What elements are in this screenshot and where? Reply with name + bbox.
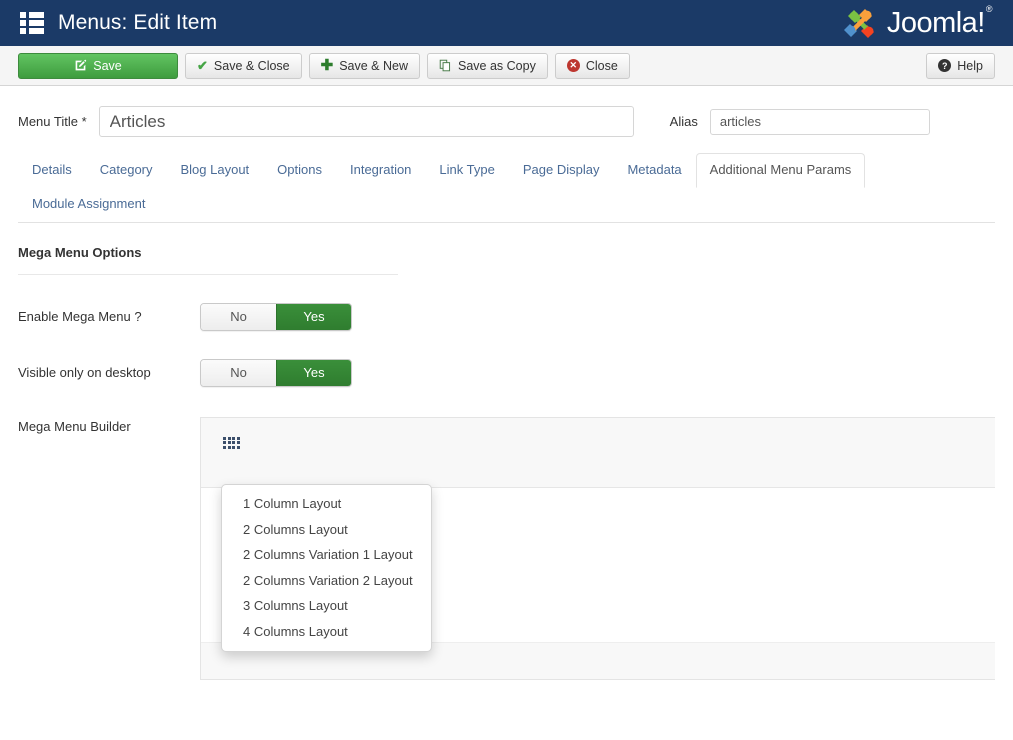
save-button[interactable]: Save [18,52,178,79]
tab-options[interactable]: Options [263,153,336,188]
visible-only-on-desktop-yes-option[interactable]: Yes [276,359,351,386]
close-circle-icon: ✕ [566,59,580,72]
mega-menu-builder-row: Mega Menu Builder [18,416,995,680]
enable-mega-menu-no-option[interactable]: No [201,303,276,330]
tab-details[interactable]: Details [18,153,86,188]
layout-dropdown-menu[interactable]: 1 Column Layout 2 Columns Layout 2 Colum… [221,484,432,652]
app-header: Menus: Edit Item Joomla!® [0,0,1013,46]
tab-category[interactable]: Category [86,153,167,188]
tab-page-display[interactable]: Page Display [509,153,614,188]
enable-mega-menu-toggle[interactable]: No Yes [200,302,352,331]
close-button[interactable]: ✕ Close [554,52,630,79]
menu-title-input[interactable] [98,106,634,137]
section-heading: Mega Menu Options [18,244,142,260]
layout-option-2-columns[interactable]: 2 Columns Layout [222,517,431,543]
joomla-wordmark: Joomla!® [886,3,993,40]
layout-option-2-columns-variation-2[interactable]: 2 Columns Variation 2 Layout [222,568,431,594]
plus-icon: ✚ [320,57,334,74]
help-circle-icon: ? [938,59,952,72]
visible-only-on-desktop-no-option[interactable]: No [201,359,276,386]
pencil-square-icon [74,59,87,72]
enable-mega-menu-yes-option[interactable]: Yes [276,303,351,330]
layout-option-2-columns-variation-1[interactable]: 2 Columns Variation 1 Layout [222,542,431,568]
help-button[interactable]: ? Help [926,52,995,79]
mega-menu-options-section: Mega Menu Options Enable Mega Menu ? No … [0,245,1013,680]
tab-bar-row-2: Module Assignment [18,187,995,221]
title-alias-row: Menu Title * Alias [0,86,1013,137]
toolbar: Save ✔ Save & Close ✚ Save & New Save as… [0,46,1013,86]
mega-menu-builder-label: Mega Menu Builder [18,418,131,434]
joomla-mark-icon [843,9,874,38]
alias-label: Alias [669,114,698,129]
grid-dots-icon[interactable] [223,436,240,450]
hamburger-grid-icon[interactable] [20,12,44,34]
visible-only-on-desktop-toggle[interactable]: No Yes [200,358,352,387]
tab-bar: Details Category Blog Layout Options Int… [18,153,995,223]
save-as-copy-button[interactable]: Save as Copy [427,52,548,79]
save-and-close-button[interactable]: ✔ Save & Close [185,52,302,79]
tab-module-assignment[interactable]: Module Assignment [18,187,159,222]
joomla-registered-mark: ® [985,3,993,14]
visible-only-on-desktop-label: Visible only on desktop [18,365,151,381]
enable-mega-menu-label: Enable Mega Menu ? [18,309,142,325]
layout-option-3-columns[interactable]: 3 Columns Layout [222,593,431,619]
close-button-label: Close [585,58,618,73]
menu-title-label: Menu Title * [18,114,87,129]
save-button-label: Save [93,58,122,73]
save-as-copy-label: Save as Copy [458,58,536,73]
page-title: Menus: Edit Item [58,11,218,34]
tab-blog-layout[interactable]: Blog Layout [167,153,264,188]
mega-menu-builder-toolbar [201,417,995,488]
check-icon: ✔ [197,57,208,73]
save-and-new-button[interactable]: ✚ Save & New [308,52,420,79]
tab-metadata[interactable]: Metadata [613,153,695,188]
layout-option-4-columns[interactable]: 4 Columns Layout [222,619,431,645]
tab-link-type[interactable]: Link Type [425,153,508,188]
alias-input[interactable] [709,108,930,135]
tab-additional-menu-params[interactable]: Additional Menu Params [695,153,866,189]
visible-only-on-desktop-row: Visible only on desktop No Yes [18,358,995,387]
save-and-new-label: Save & New [339,58,408,73]
help-button-label: Help [957,58,983,73]
copy-icon [439,59,452,72]
tab-integration[interactable]: Integration [336,153,425,188]
layout-option-1-column[interactable]: 1 Column Layout [222,491,431,517]
section-divider [18,273,398,275]
enable-mega-menu-row: Enable Mega Menu ? No Yes [18,302,995,331]
save-and-close-label: Save & Close [213,58,290,73]
joomla-logo: Joomla!® [841,3,993,42]
joomla-wordmark-text: Joomla! [886,6,986,39]
